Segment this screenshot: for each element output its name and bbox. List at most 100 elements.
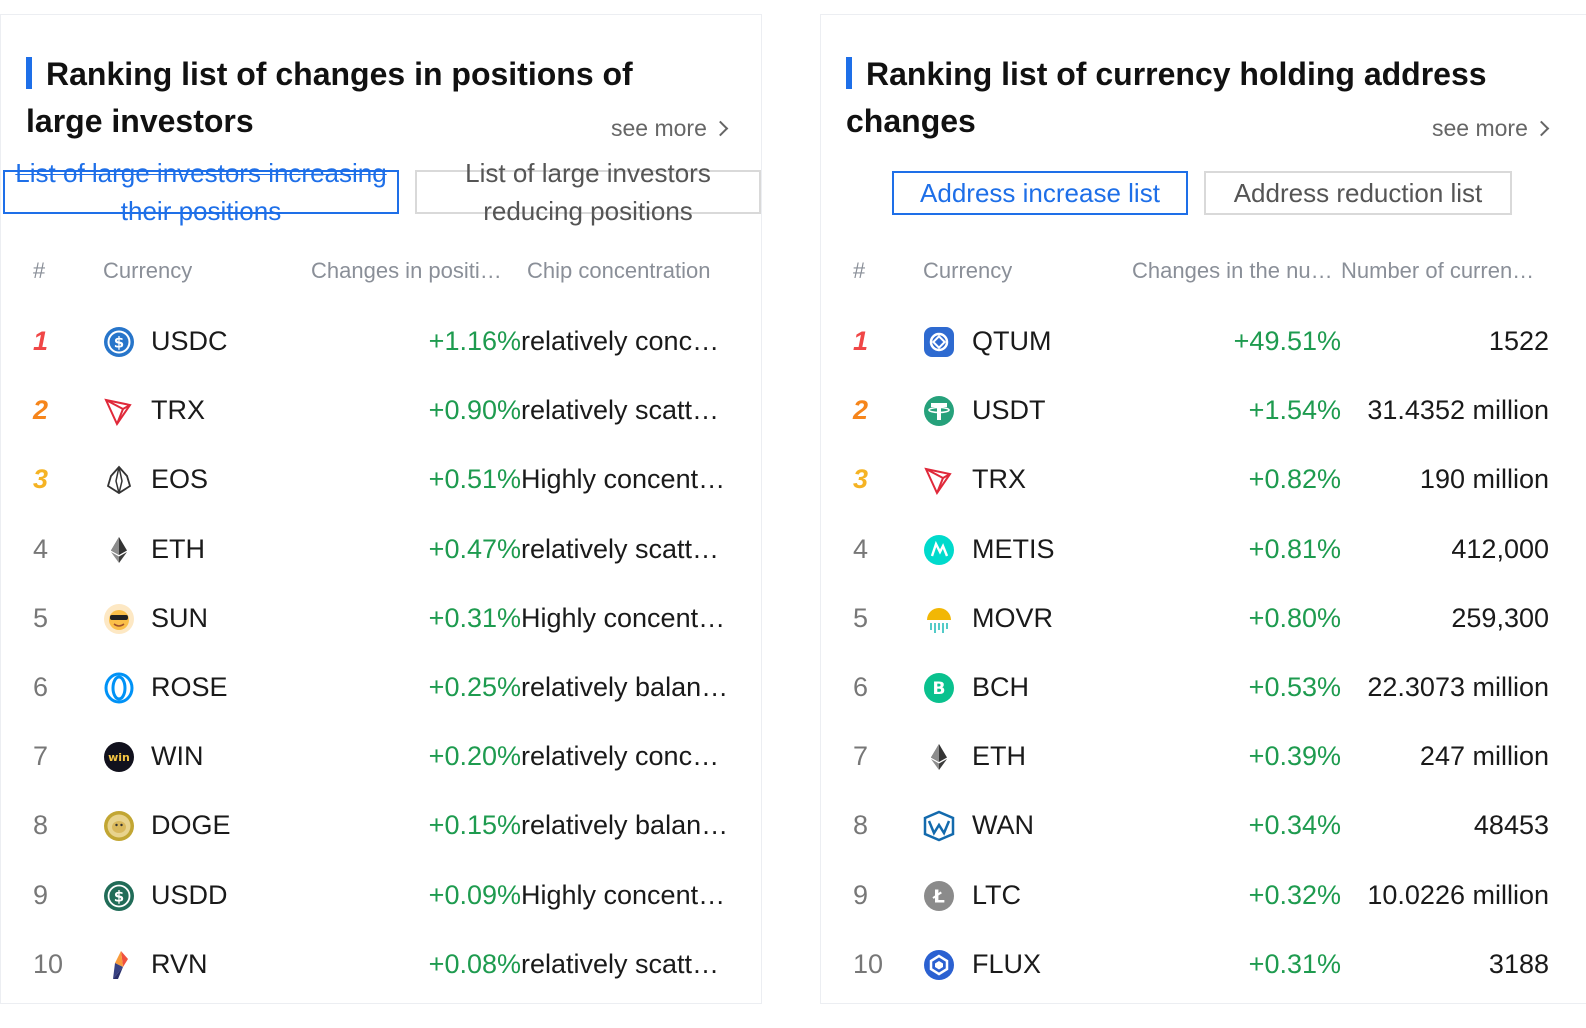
- coin-name[interactable]: RVN: [151, 930, 208, 999]
- large-investor-panel: Ranking list of changes in positions of …: [0, 14, 762, 1004]
- coin-name[interactable]: USDC: [151, 307, 228, 376]
- coin-name[interactable]: EOS: [151, 445, 208, 514]
- coin-name[interactable]: BCH: [972, 653, 1029, 722]
- rank-number: 4: [33, 533, 49, 564]
- coin-name[interactable]: METIS: [972, 515, 1055, 584]
- change-value: +0.51%: [428, 464, 521, 495]
- table-row[interactable]: 6 B BCH +0.53% 22.3073 million: [821, 653, 1586, 722]
- rank-number: 4: [853, 533, 869, 564]
- coin-name[interactable]: FLUX: [972, 930, 1041, 999]
- change-value: +1.54%: [1248, 395, 1341, 426]
- rank-number: 7: [853, 741, 869, 772]
- win-icon: win: [103, 741, 135, 773]
- coin-name[interactable]: MOVR: [972, 584, 1053, 653]
- svg-text:B: B: [933, 679, 946, 699]
- rank-number: 2: [33, 395, 49, 426]
- svg-text:win: win: [108, 751, 130, 764]
- usdt-icon: [923, 395, 955, 427]
- coin-name[interactable]: USDD: [151, 861, 228, 930]
- chip-concentration-value: relatively conc…: [521, 741, 720, 772]
- chip-concentration-value: relatively conc…: [521, 326, 720, 356]
- table-row[interactable]: 1 $ USDC +1.16% relatively conc…: [1, 307, 761, 376]
- tab-address-increase[interactable]: Address increase list: [892, 171, 1188, 215]
- usdc-icon: $: [103, 326, 135, 358]
- coin-name[interactable]: ETH: [972, 722, 1026, 791]
- change-value: +0.31%: [1248, 948, 1341, 979]
- col-header-currency: Currency: [923, 258, 1013, 283]
- rvn-icon: [103, 949, 135, 981]
- svg-text:$: $: [114, 334, 124, 352]
- coin-name[interactable]: TRX: [151, 376, 205, 445]
- change-value: +0.90%: [428, 395, 521, 426]
- svg-text:Ł: Ł: [932, 886, 945, 907]
- rank-number: 8: [853, 810, 869, 841]
- chevron-right-icon: [1533, 120, 1550, 137]
- address-count-value: 412,000: [1451, 533, 1549, 564]
- change-value: +0.39%: [1248, 741, 1341, 772]
- change-value: +1.16%: [428, 326, 521, 356]
- change-value: +0.31%: [428, 602, 521, 633]
- coin-name[interactable]: TRX: [972, 445, 1026, 514]
- title-accent-bar: [846, 57, 852, 89]
- coin-name[interactable]: ROSE: [151, 653, 228, 722]
- table-row[interactable]: 4 ETH +0.47% relatively scatt…: [1, 515, 761, 584]
- coin-name[interactable]: SUN: [151, 584, 208, 653]
- table-row[interactable]: 5 MOVR +0.80% 259,300: [821, 584, 1586, 653]
- address-count-value: 190 million: [1419, 464, 1549, 495]
- chevron-right-icon: [712, 120, 729, 137]
- address-count-value: 259,300: [1451, 602, 1549, 633]
- address-count-value: 3188: [1488, 948, 1549, 979]
- see-more-link[interactable]: see more: [1432, 115, 1550, 142]
- table-row[interactable]: 9 Ł LTC +0.32% 10.0226 million: [821, 861, 1586, 930]
- table-row[interactable]: 6 ROSE +0.25% relatively balan…: [1, 653, 761, 722]
- change-value: +0.53%: [1248, 672, 1341, 702]
- coin-name[interactable]: LTC: [972, 861, 1021, 930]
- col-header-rank: #: [853, 258, 866, 283]
- table-row[interactable]: 3 TRX +0.82% 190 million: [821, 445, 1586, 514]
- change-value: +0.34%: [1248, 810, 1341, 841]
- table-row[interactable]: 8 WAN +0.34% 48453: [821, 791, 1586, 860]
- table-row[interactable]: 9 $ USDD +0.09% Highly concent…: [1, 861, 761, 930]
- change-value: +0.32%: [1248, 879, 1341, 910]
- coin-name[interactable]: QTUM: [972, 307, 1051, 376]
- chip-concentration-value: relatively scatt…: [521, 395, 720, 426]
- table-row[interactable]: 10 RVN +0.08% relatively scatt…: [1, 930, 761, 999]
- change-value: +0.80%: [1248, 602, 1341, 633]
- address-count-value: 247 million: [1419, 741, 1549, 772]
- sun-icon: [103, 603, 135, 635]
- tab-reducing-positions[interactable]: List of large investors reducing positio…: [415, 158, 761, 226]
- table-row[interactable]: 3 EOS +0.51% Highly concent…: [1, 445, 761, 514]
- change-value: +0.81%: [1248, 533, 1341, 564]
- rank-number: 3: [853, 464, 869, 495]
- table-row[interactable]: 7 ETH +0.39% 247 million: [821, 722, 1586, 791]
- rank-number: 9: [33, 879, 49, 910]
- table-row[interactable]: 7 win WIN +0.20% relatively conc…: [1, 722, 761, 791]
- rank-number: 6: [33, 672, 49, 702]
- table-row[interactable]: 2 USDT +1.54% 31.4352 million: [821, 376, 1586, 445]
- chip-concentration-value: Highly concent…: [521, 464, 726, 495]
- table-row[interactable]: 1 QTUM +49.51% 1522: [821, 307, 1586, 376]
- col-header-chip-concentration: Chip concentration: [527, 258, 711, 283]
- rank-number: 10: [33, 948, 64, 979]
- table-row[interactable]: 10 FLUX +0.31% 3188: [821, 930, 1586, 999]
- coin-name[interactable]: ETH: [151, 515, 205, 584]
- chip-concentration-value: relatively balan…: [521, 810, 729, 841]
- coin-name[interactable]: USDT: [972, 376, 1046, 445]
- rank-number: 5: [33, 602, 49, 633]
- metis-icon: [923, 534, 955, 566]
- bch-icon: B: [923, 672, 955, 704]
- address-count-value: 22.3073 million: [1367, 672, 1549, 702]
- table-row[interactable]: 8 DOGE +0.15% relatively balan…: [1, 791, 761, 860]
- chip-concentration-value: relatively balan…: [521, 672, 729, 702]
- coin-name[interactable]: WAN: [972, 791, 1034, 860]
- table-row[interactable]: 4 METIS +0.81% 412,000: [821, 515, 1586, 584]
- see-more-link[interactable]: see more: [611, 115, 729, 142]
- table-row[interactable]: 5 SUN +0.31% Highly concent…: [1, 584, 761, 653]
- coin-name[interactable]: DOGE: [151, 791, 231, 860]
- table-row[interactable]: 2 TRX +0.90% relatively scatt…: [1, 376, 761, 445]
- coin-name[interactable]: WIN: [151, 722, 203, 791]
- eth-icon: [103, 534, 135, 566]
- tab-address-reduction[interactable]: Address reduction list: [1204, 171, 1512, 215]
- tab-increasing-positions[interactable]: List of large investors increasing their…: [3, 158, 399, 226]
- address-count-value: 31.4352 million: [1367, 395, 1549, 426]
